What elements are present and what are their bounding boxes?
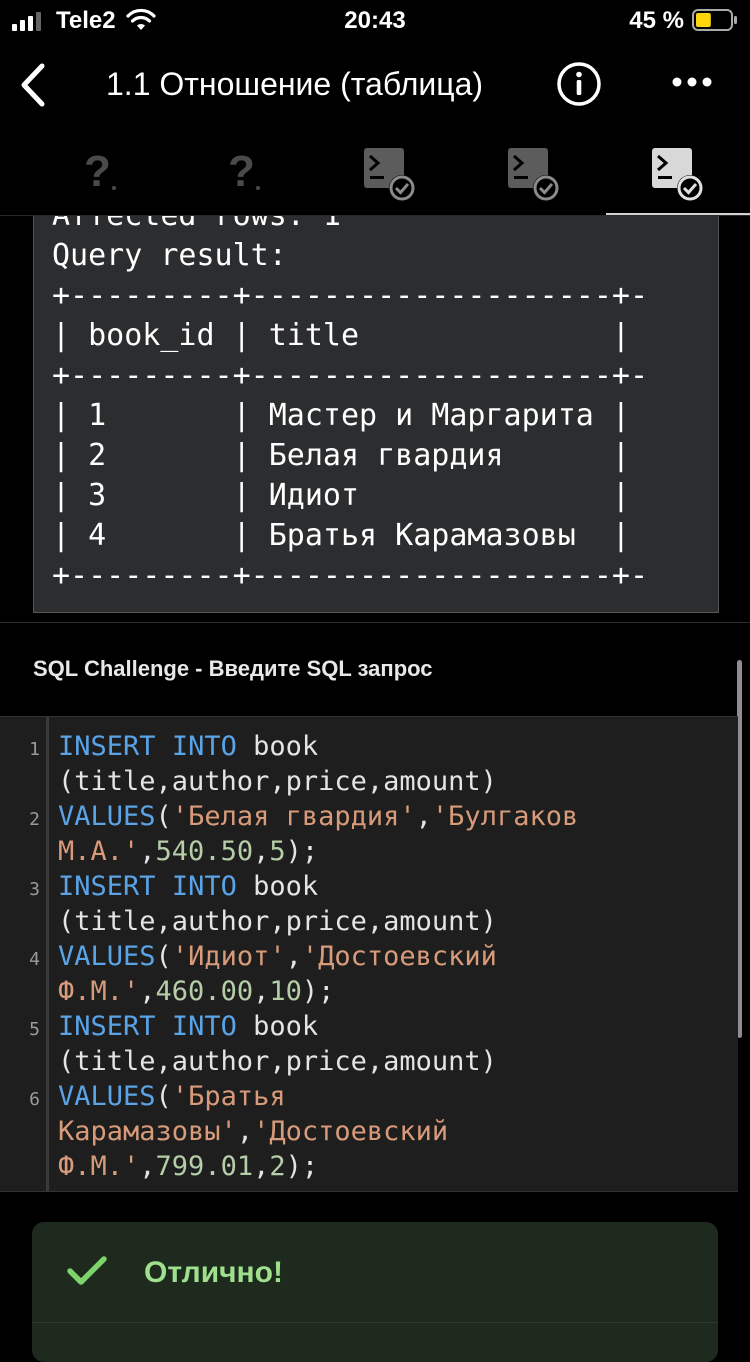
code-token: , [253,976,270,1007]
code-token: INSERT [58,871,156,902]
success-banner: Отлично! [32,1222,718,1362]
code-token: 460.00 [155,976,254,1007]
code-token: , [253,836,270,867]
code-token: VALUES [58,1081,156,1112]
code-token: 799.01 [155,1151,254,1182]
code-token: ); [285,1151,319,1182]
code-token: INSERT [58,731,156,762]
code-token: VALUES [58,801,156,832]
code-token: 5 [269,836,286,867]
checkmark-icon [67,1256,107,1285]
code-token: 2 [269,1151,286,1182]
line-number: 3 [29,879,40,900]
step-tab-3[interactable] [318,130,462,216]
code-token: INTO [171,731,237,762]
code-text[interactable]: INSERT INTO book (title,author,price,amo… [58,729,578,1184]
code-token: ( [155,941,172,972]
terminal-check-icon [364,148,415,201]
step-tab-2[interactable]: ? [174,130,318,216]
code-token: 540.50 [155,836,254,867]
code-token: , [415,801,432,832]
code-token: , [139,836,156,867]
chevron-left-icon[interactable] [12,60,56,110]
question-icon: ? [84,147,116,194]
code-token: VALUES [58,941,156,972]
code-token: , [253,1151,270,1182]
line-number: 1 [29,739,40,760]
section-divider [0,622,750,623]
line-number: 4 [29,949,40,970]
battery-icon [692,9,737,31]
status-bar: Tele2 20:43 45 % [0,0,750,42]
svg-text:?: ? [84,147,111,194]
code-token: , [236,1116,254,1147]
code-token: , [139,976,156,1007]
ellipsis-icon[interactable] [668,68,716,96]
console-output: Affected rows: 1 Query result: +--------… [52,216,649,593]
code-token: 'Белая гвардия' [171,801,416,832]
query-result-console[interactable]: Affected rows: 1 Query result: +--------… [33,216,719,613]
code-token: 'Идиот' [171,941,286,972]
code-token: ( [155,801,172,832]
line-number: 2 [29,809,40,830]
step-tab-4[interactable] [462,130,606,216]
code-token: , [285,941,302,972]
step-tab-1[interactable]: ? [30,130,174,216]
challenge-label: SQL Challenge - Введите SQL запрос [33,656,433,681]
banner-divider [32,1322,718,1323]
step-tab-5[interactable] [606,130,750,216]
code-token: , [139,1151,156,1182]
code-token: INTO [171,871,237,902]
line-number-gutter: 1 2 3 4 5 6 [0,717,49,1191]
code-token: INTO [171,1011,237,1042]
question-icon: ? [228,147,260,194]
success-message: Отлично! [144,1256,283,1289]
battery-percent: 45 % [629,7,684,34]
terminal-check-icon [652,148,703,201]
line-number: 5 [29,1019,40,1040]
code-token: ); [301,976,335,1007]
page-title: 1.1 Отношение (таблица) [106,66,484,102]
code-token: 10 [269,976,302,1007]
step-tabs: ? ? [0,130,750,216]
code-token: ); [285,836,319,867]
info-icon[interactable] [555,60,603,108]
code-token: ( [155,1081,172,1112]
code-token: INSERT [58,1011,156,1042]
svg-text:?: ? [228,147,255,194]
line-number: 6 [29,1089,40,1110]
sql-code-editor[interactable]: 1 2 3 4 5 6 INSERT INTO book (title,auth… [0,716,738,1192]
navigation-bar: 1.1 Отношение (таблица) [0,46,750,126]
terminal-check-icon [508,148,559,201]
